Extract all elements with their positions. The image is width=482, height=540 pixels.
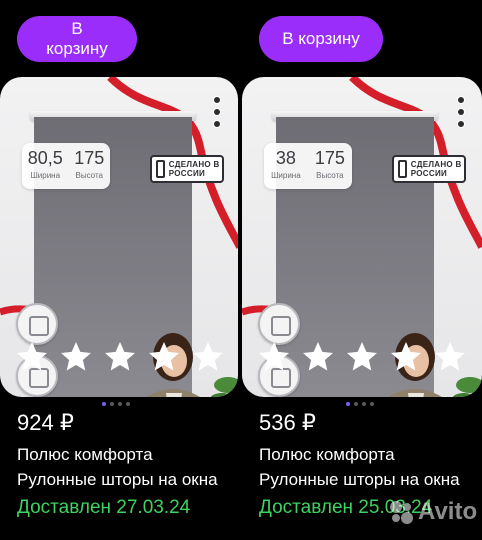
image-pager [102, 402, 130, 406]
width-label: Ширина [30, 171, 61, 180]
star-icon [193, 342, 223, 371]
height-value: 175 [314, 148, 345, 168]
avito-watermark: Avito [388, 498, 477, 526]
star-icon [303, 342, 333, 371]
size-label: 38 Ширина 175 Высота [264, 143, 352, 189]
star-icon [259, 342, 289, 371]
height-label: Высота [316, 171, 344, 180]
product-card-1: В корзину 80,5 Ширина 175 Высота СДЕЛАНО… [0, 0, 238, 540]
brand-name: Полюс комфорта [259, 445, 395, 464]
width-value: 38 [275, 148, 296, 168]
width-label: Ширина [271, 171, 301, 180]
made-in-russia-icon [398, 160, 407, 178]
star-icon [435, 342, 465, 371]
product-image[interactable]: 38 Ширина 175 Высота СДЕЛАНО В РОССИИ [242, 77, 482, 397]
made-in-russia-text: СДЕЛАНО В РОССИИ [410, 160, 462, 178]
star-icon [391, 342, 421, 371]
made-in-russia-icon [156, 160, 165, 178]
star-icon [17, 342, 47, 371]
star-icon [347, 342, 377, 371]
product-title[interactable]: Рулонные шторы на окна [17, 470, 225, 490]
rating-stars [256, 339, 468, 375]
star-icon [61, 342, 91, 371]
height-value: 175 [74, 148, 105, 168]
image-pager [346, 402, 374, 406]
product-card-2: В корзину 38 Ширина 175 Высота СДЕЛАНО В… [242, 0, 482, 540]
more-options-icon[interactable] [214, 97, 220, 127]
price: 536 ₽ [259, 410, 316, 435]
avito-logo-icon [390, 501, 413, 524]
rating-stars [14, 339, 226, 375]
avito-watermark-text: Avito [418, 498, 478, 525]
product-image[interactable]: 80,5 Ширина 175 Высота СДЕЛАНО В РОССИИ [0, 77, 238, 397]
brand-name: Полюс комфорта [17, 445, 153, 464]
price: 924 ₽ [17, 410, 74, 435]
product-title[interactable]: Рулонные шторы на окна [259, 470, 467, 490]
made-in-russia-badge: СДЕЛАНО В РОССИИ [392, 155, 466, 183]
delivery-status: Доставлен 27.03.24 [17, 497, 191, 518]
star-icon [149, 342, 179, 371]
height-label: Высота [75, 171, 103, 180]
made-in-russia-text: СДЕЛАНО В РОССИИ [168, 160, 220, 178]
star-icon [105, 342, 135, 371]
add-to-cart-button[interactable]: В корзину [259, 16, 383, 62]
more-options-icon[interactable] [458, 97, 464, 127]
add-to-cart-button[interactable]: В корзину [17, 16, 137, 62]
width-value: 80,5 [27, 148, 63, 168]
made-in-russia-badge: СДЕЛАНО В РОССИИ [150, 155, 224, 183]
size-label: 80,5 Ширина 175 Высота [22, 143, 110, 189]
